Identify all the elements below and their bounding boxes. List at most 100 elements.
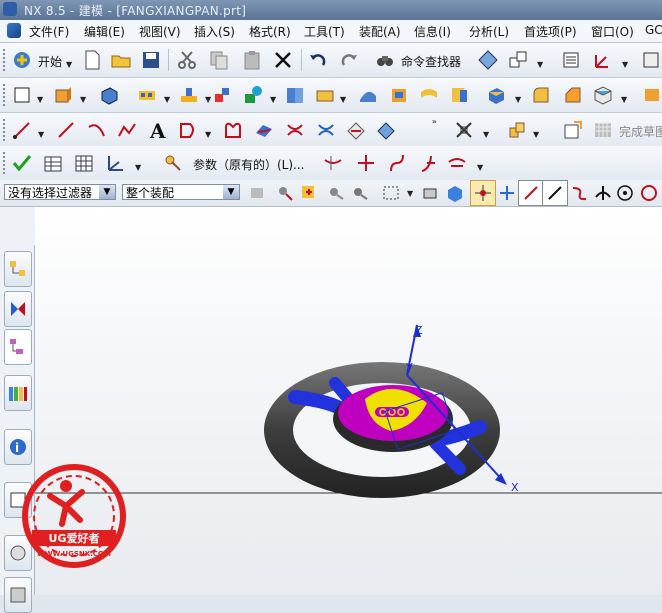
- layers-icon[interactable]: [558, 47, 584, 73]
- block-icon[interactable]: [96, 82, 122, 108]
- menu-insert[interactable]: 插入(S): [194, 23, 235, 40]
- more-features-icon[interactable]: [639, 82, 662, 108]
- part-select-icon[interactable]: [418, 180, 444, 206]
- sketch-dropdown-icon[interactable]: ▼: [37, 95, 43, 104]
- command-finder-button[interactable]: 命令查找器: [401, 53, 461, 70]
- menu-preferences[interactable]: 首选项(P): [524, 23, 577, 40]
- filter-settings-icon[interactable]: [244, 180, 270, 206]
- undo-icon[interactable]: [305, 47, 331, 73]
- toolbar-grip[interactable]: [3, 49, 7, 71]
- menu-analysis[interactable]: 分析(L): [469, 23, 509, 40]
- chevron-down-icon[interactable]: ▼: [99, 185, 115, 199]
- menu-file[interactable]: 文件(F): [29, 23, 69, 40]
- curve-dropdown-icon[interactable]: ▼: [205, 130, 211, 139]
- hd3d-tools-tab[interactable]: i: [4, 429, 32, 465]
- axes-dropdown-icon[interactable]: ▼: [135, 163, 141, 172]
- offset-curve-icon[interactable]: [220, 117, 246, 143]
- params-button[interactable]: 参数（原有的）(L)...: [193, 156, 305, 173]
- menu-information[interactable]: 信息(I): [414, 23, 451, 40]
- cross-icon[interactable]: [353, 150, 379, 176]
- extrude-icon[interactable]: [50, 82, 76, 108]
- spreadsheet-icon[interactable]: [71, 150, 97, 176]
- constraint-navigator-tab[interactable]: [4, 291, 32, 327]
- open-folder-icon[interactable]: [108, 47, 134, 73]
- edge-blend-icon[interactable]: [528, 82, 554, 108]
- assembly-dropdown-icon[interactable]: ▼: [533, 130, 539, 139]
- selection-scope-select[interactable]: 整个装配 ▼: [122, 184, 240, 200]
- start-icon[interactable]: [9, 47, 35, 73]
- layout-dropdown-icon[interactable]: ▼: [537, 60, 543, 69]
- finish-sketch-flag-icon[interactable]: [590, 117, 616, 143]
- surface-icon[interactable]: [355, 82, 381, 108]
- snap-points-icon[interactable]: [470, 180, 496, 206]
- diamond-icon[interactable]: [475, 47, 501, 73]
- toolbar-grip[interactable]: [3, 152, 7, 174]
- sketch-icon[interactable]: [9, 82, 35, 108]
- graphics-window[interactable]: Z Y X: [35, 207, 662, 595]
- draft-dropdown-icon[interactable]: ▼: [515, 95, 521, 104]
- menu-assembly[interactable]: 装配(A): [359, 23, 401, 40]
- line-icon[interactable]: [9, 117, 35, 143]
- body-select-icon[interactable]: [442, 180, 468, 206]
- menu-format[interactable]: 格式(R): [249, 23, 291, 40]
- part-navigator-tab[interactable]: [4, 329, 32, 365]
- mid-point-icon[interactable]: [542, 180, 568, 206]
- thicken-icon[interactable]: [386, 82, 412, 108]
- draft-icon[interactable]: [483, 82, 509, 108]
- axes-icon[interactable]: [102, 150, 128, 176]
- select-gear-icon[interactable]: [272, 180, 298, 206]
- select-chain-icon[interactable]: [324, 180, 350, 206]
- quadrant-point-icon[interactable]: [636, 180, 662, 206]
- cut-icon[interactable]: [174, 47, 200, 73]
- menu-window[interactable]: 窗口(O): [591, 23, 634, 40]
- curve-smile-icon[interactable]: [444, 150, 470, 176]
- table-icon[interactable]: [40, 150, 66, 176]
- reuse-library-tab[interactable]: [4, 375, 32, 411]
- end-point-icon[interactable]: [518, 180, 544, 206]
- trim-dropdown-icon[interactable]: ▼: [340, 95, 346, 104]
- selection-filter-select[interactable]: 没有选择过滤器 ▼: [4, 184, 116, 200]
- new-file-icon[interactable]: [79, 47, 105, 73]
- dimension-curve-icon[interactable]: [320, 150, 346, 176]
- start-dropdown-icon[interactable]: ▼: [66, 60, 72, 69]
- menu-gc[interactable]: GC: [645, 23, 662, 37]
- trim-curve-icon[interactable]: [313, 117, 339, 143]
- start-button[interactable]: 开始: [38, 53, 62, 70]
- move-face-icon[interactable]: [209, 82, 235, 108]
- select-feature-icon[interactable]: [296, 180, 322, 206]
- paste-icon[interactable]: [239, 47, 265, 73]
- redo-icon[interactable]: [336, 47, 362, 73]
- menu-edit[interactable]: 编辑(E): [84, 23, 125, 40]
- nx-app-icon[interactable]: [3, 2, 17, 16]
- steering-wheel-model[interactable]: [264, 362, 500, 498]
- snap-grid-icon[interactable]: [494, 180, 520, 206]
- system-materials-tab[interactable]: [4, 577, 32, 613]
- pattern-dropdown-icon[interactable]: ▼: [164, 95, 170, 104]
- offset-face-icon[interactable]: [446, 82, 472, 108]
- control-point-icon[interactable]: [566, 180, 592, 206]
- assembly-navigator-tab[interactable]: [4, 251, 32, 287]
- delete-icon[interactable]: [270, 47, 296, 73]
- check-geometry-icon[interactable]: [9, 150, 35, 176]
- toolbar-grip[interactable]: [3, 119, 7, 141]
- toolbar-grip[interactable]: [3, 84, 7, 106]
- curve-dropdown-icon[interactable]: ▼: [477, 163, 483, 172]
- wrap-curve-icon[interactable]: [343, 117, 369, 143]
- rectangle-select-icon[interactable]: [378, 180, 404, 206]
- menu-view[interactable]: 视图(V): [139, 23, 181, 40]
- line-icon-2[interactable]: [53, 117, 79, 143]
- colored-shape-icon[interactable]: [240, 82, 266, 108]
- book-icon[interactable]: [282, 82, 308, 108]
- shell-icon[interactable]: [590, 82, 616, 108]
- save-icon[interactable]: [138, 47, 164, 73]
- wcs-icon[interactable]: [590, 47, 616, 73]
- select-chain-icon-2[interactable]: [348, 180, 374, 206]
- arc-center-icon[interactable]: [612, 180, 638, 206]
- shell-dropdown-icon[interactable]: ▼: [621, 95, 627, 104]
- sweep-icon[interactable]: [416, 82, 442, 108]
- binoculars-icon[interactable]: [372, 47, 398, 73]
- copy-icon[interactable]: [206, 47, 232, 73]
- curve-j-icon[interactable]: [414, 150, 440, 176]
- nx-logo-icon[interactable]: [7, 23, 21, 38]
- chamfer-icon[interactable]: [560, 82, 586, 108]
